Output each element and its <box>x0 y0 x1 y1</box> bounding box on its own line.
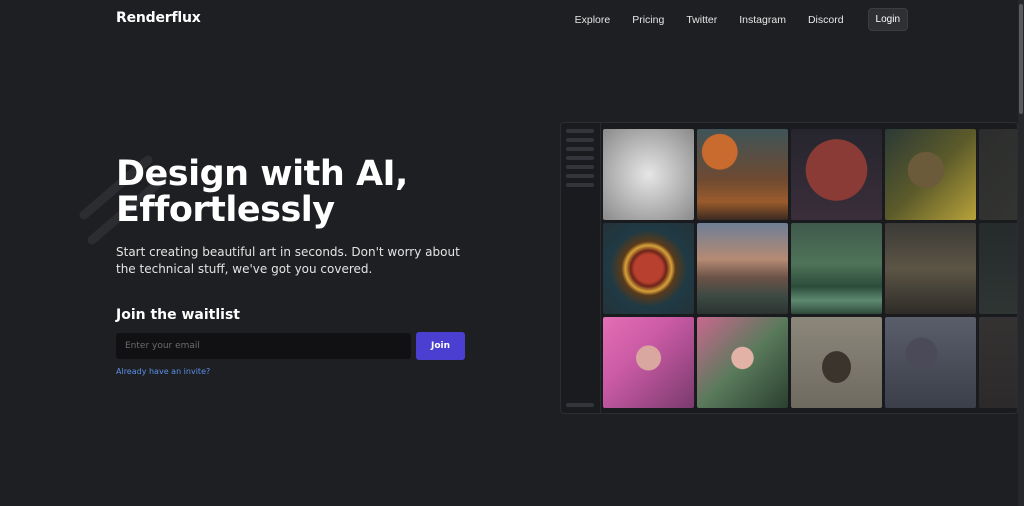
sidebar-line <box>566 138 594 142</box>
gallery-image-red-planet[interactable] <box>791 129 882 220</box>
gallery-image-red-moon-spires[interactable] <box>697 129 788 220</box>
sidebar-line <box>566 165 594 169</box>
scrollbar-thumb[interactable] <box>1019 4 1023 114</box>
gallery-preview <box>560 122 1018 414</box>
page-scrollbar[interactable] <box>1018 0 1024 506</box>
gallery-image-fantasy-girl[interactable] <box>697 317 788 408</box>
gallery-image-armored-warrior[interactable] <box>791 317 882 408</box>
nav-link-twitter[interactable]: Twitter <box>686 14 717 26</box>
gallery-image-ruined-castle[interactable] <box>885 223 976 314</box>
hero-title-line-2: Effortlessly <box>116 190 335 230</box>
gallery-image-green-forest-lake[interactable] <box>791 223 882 314</box>
login-button[interactable]: Login <box>867 8 908 31</box>
gallery-image-glowing-ring[interactable] <box>603 223 694 314</box>
invite-link[interactable]: Already have an invite? <box>116 367 210 376</box>
nav-link-pricing[interactable]: Pricing <box>632 14 664 26</box>
sidebar-line <box>566 403 594 407</box>
join-button[interactable]: Join <box>416 332 465 360</box>
gallery-image-gray-cat[interactable] <box>603 129 694 220</box>
gallery-image-partial-scene-2[interactable] <box>979 223 1017 314</box>
email-input[interactable] <box>116 333 411 359</box>
gallery-image-partial-scene-1[interactable] <box>979 129 1017 220</box>
sidebar-line <box>566 147 594 151</box>
gallery-grid <box>603 129 1017 408</box>
nav-link-discord[interactable]: Discord <box>808 14 844 26</box>
sidebar-line <box>566 174 594 178</box>
nav-link-instagram[interactable]: Instagram <box>739 14 786 26</box>
nav-links: Explore Pricing Twitter Instagram Discor… <box>553 8 908 31</box>
hero-title-line-1: Design with AI, <box>116 154 408 194</box>
waitlist-heading: Join the waitlist <box>116 307 240 323</box>
sidebar-line <box>566 156 594 160</box>
gallery-image-cyber-woman[interactable] <box>885 129 976 220</box>
gallery-image-partial-scene-3[interactable] <box>979 317 1017 408</box>
gallery-image-misty-tree[interactable] <box>885 317 976 408</box>
gallery-image-sunset-mountains[interactable] <box>697 223 788 314</box>
hero-subtitle: Start creating beautiful art in seconds.… <box>116 245 460 276</box>
sidebar-line <box>566 183 594 187</box>
gallery-image-pink-hair-woman[interactable] <box>603 317 694 408</box>
sidebar-line <box>566 129 594 133</box>
top-nav: Renderflux Explore Pricing Twitter Insta… <box>0 0 1018 40</box>
brand-logo[interactable]: Renderflux <box>116 10 201 26</box>
gallery-sidebar <box>561 123 601 413</box>
hero-title: Design with AI, Effortlessly <box>116 156 456 228</box>
nav-link-explore[interactable]: Explore <box>575 14 611 26</box>
